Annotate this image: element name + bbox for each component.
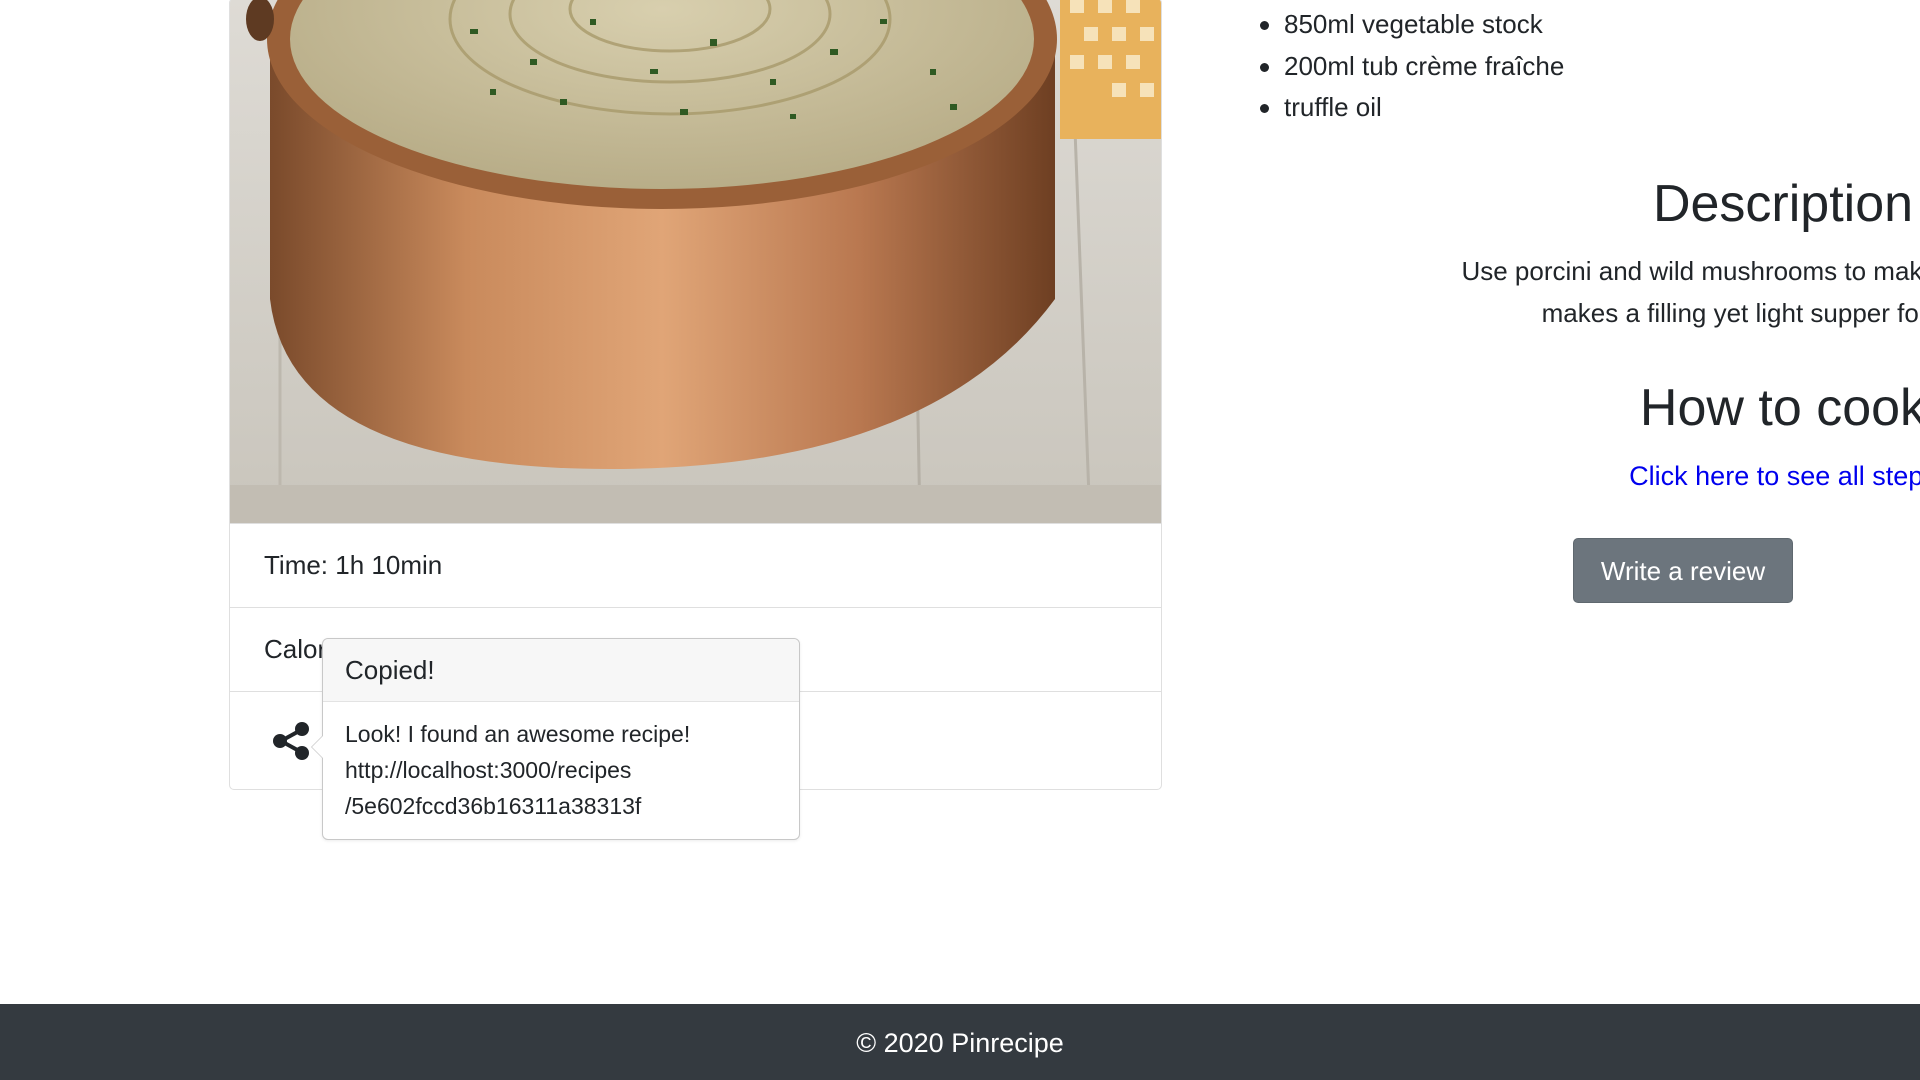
description-text: Use porcini and wild mushrooms to make t… [1230, 250, 1920, 334]
description-line: Use porcini and wild mushrooms to make t… [1461, 256, 1920, 286]
ingredient-item: truffle oil [1230, 87, 1564, 129]
share-icon[interactable] [270, 720, 312, 762]
copied-popover: Copied! Look! I found an awesome recipe!… [311, 638, 800, 840]
description-line: makes a filling yet light supper for col… [1541, 298, 1920, 328]
ingredients-list: 850ml vegetable stock 200ml tub crème fr… [1230, 4, 1564, 129]
copyright-text: © 2020 Pinrecipe [856, 1028, 1064, 1058]
footer: © 2020 Pinrecipe [0, 1004, 1920, 1080]
recipe-page: Time: 1h 10min Calories: 347 Copied! Loo… [0, 0, 1920, 1080]
cook-time: Time: 1h 10min [230, 523, 1161, 607]
popover-body: Look! I found an awesome recipe! http://… [323, 702, 799, 824]
see-all-steps-link[interactable]: Click here to see all steps [1230, 456, 1920, 496]
popover-title: Copied! [323, 639, 799, 702]
ingredient-item: 850ml vegetable stock [1230, 4, 1564, 46]
ingredient-item: 200ml tub crème fraîche [1230, 46, 1564, 88]
how-to-cook-heading: How to cook [1639, 379, 1920, 437]
popover-arrow [311, 735, 323, 759]
write-review-button[interactable]: Write a review [1573, 538, 1793, 603]
popover-line: Look! I found an awesome recipe! [345, 721, 691, 747]
popover-line: http://localhost:3000/recipes [345, 757, 632, 783]
recipe-image [230, 0, 1161, 523]
popover-line: /5e602fccd36b16311a38313f [345, 793, 642, 819]
description-heading: Description [1652, 175, 1914, 233]
